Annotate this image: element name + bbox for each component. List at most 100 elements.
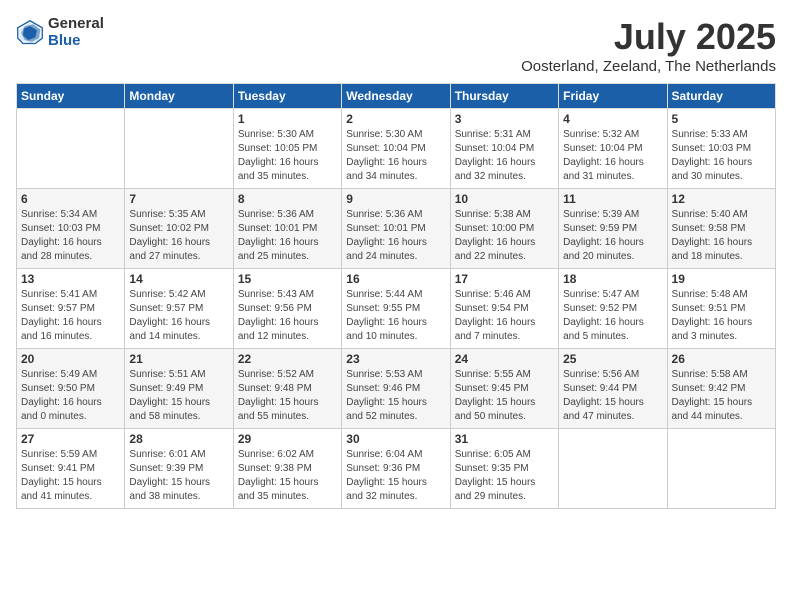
week-row-4: 20Sunrise: 5:49 AM Sunset: 9:50 PM Dayli… bbox=[17, 349, 776, 429]
day-info-12: Sunrise: 5:40 AM Sunset: 9:58 PM Dayligh… bbox=[672, 208, 771, 264]
day-info-22: Sunrise: 5:52 AM Sunset: 9:48 PM Dayligh… bbox=[238, 368, 337, 424]
col-wednesday: Wednesday bbox=[342, 84, 450, 109]
col-tuesday: Tuesday bbox=[233, 84, 341, 109]
calendar-cell-3-6: 18 Sunrise: 5:47 AM Sunset: 9:52 PM Dayli… bbox=[559, 269, 667, 349]
day-number-16: 16 bbox=[346, 272, 445, 286]
calendar-cell-3-3: 15 Sunrise: 5:43 AM Sunset: 9:56 PM Dayli… bbox=[233, 269, 341, 349]
calendar-cell-4-4: 23 Sunrise: 5:53 AM Sunset: 9:46 PM Dayli… bbox=[342, 349, 450, 429]
day-info-6: Sunrise: 5:34 AM Sunset: 10:03 PM Daylig… bbox=[21, 208, 120, 264]
day-number-17: 17 bbox=[455, 272, 554, 286]
calendar-cell-2-3: 8 Sunrise: 5:36 AM Sunset: 10:01 PM Dayli… bbox=[233, 189, 341, 269]
calendar-cell-4-5: 24Sunrise: 5:55 AM Sunset: 9:45 PM Dayli… bbox=[450, 349, 558, 429]
logo-general-text: General bbox=[48, 16, 104, 33]
logo-icon bbox=[16, 19, 44, 47]
day-number-5: 5 bbox=[672, 112, 771, 126]
day-info-15: Sunrise: 5:43 AM Sunset: 9:56 PM Dayligh… bbox=[238, 288, 337, 344]
day-info-14: Sunrise: 5:42 AM Sunset: 9:57 PM Dayligh… bbox=[129, 288, 228, 344]
day-number-3: 3 bbox=[455, 112, 554, 126]
day-info-25: Sunrise: 5:56 AM Sunset: 9:44 PM Dayligh… bbox=[563, 368, 662, 424]
calendar-cell-2-1: 6 Sunrise: 5:34 AM Sunset: 10:03 PM Dayli… bbox=[17, 189, 125, 269]
day-info-10: Sunrise: 5:38 AM Sunset: 10:00 PM Daylig… bbox=[455, 208, 554, 264]
day-info-29: Sunrise: 6:02 AM Sunset: 9:38 PM Dayligh… bbox=[238, 448, 337, 504]
calendar-cell-4-2: 21 Sunrise: 5:51 AM Sunset: 9:49 PM Dayli… bbox=[125, 349, 233, 429]
calendar-cell-4-7: 26Sunrise: 5:58 AM Sunset: 9:42 PM Dayli… bbox=[667, 349, 775, 429]
day-number-22: 22 bbox=[238, 352, 337, 366]
day-info-3: Sunrise: 5:31 AM Sunset: 10:04 PM Daylig… bbox=[455, 128, 554, 184]
calendar-cell-1-6: 4Sunrise: 5:32 AM Sunset: 10:04 PM Dayli… bbox=[559, 109, 667, 189]
day-number-25: 25 bbox=[563, 352, 662, 366]
day-number-30: 30 bbox=[346, 432, 445, 446]
day-number-8: 8 bbox=[238, 192, 337, 206]
day-info-2: Sunrise: 5:30 AM Sunset: 10:04 PM Daylig… bbox=[346, 128, 445, 184]
day-info-17: Sunrise: 5:46 AM Sunset: 9:54 PM Dayligh… bbox=[455, 288, 554, 344]
calendar-cell-1-2 bbox=[125, 109, 233, 189]
day-info-19: Sunrise: 5:48 AM Sunset: 9:51 PM Dayligh… bbox=[672, 288, 771, 344]
day-info-9: Sunrise: 5:36 AM Sunset: 10:01 PM Daylig… bbox=[346, 208, 445, 264]
calendar-cell-3-5: 17 Sunrise: 5:46 AM Sunset: 9:54 PM Dayli… bbox=[450, 269, 558, 349]
day-info-5: Sunrise: 5:33 AM Sunset: 10:03 PM Daylig… bbox=[672, 128, 771, 184]
col-thursday: Thursday bbox=[450, 84, 558, 109]
day-info-8: Sunrise: 5:36 AM Sunset: 10:01 PM Daylig… bbox=[238, 208, 337, 264]
day-number-21: 21 bbox=[129, 352, 228, 366]
day-number-31: 31 bbox=[455, 432, 554, 446]
day-info-4: Sunrise: 5:32 AM Sunset: 10:04 PM Daylig… bbox=[563, 128, 662, 184]
day-info-27: Sunrise: 5:59 AM Sunset: 9:41 PM Dayligh… bbox=[21, 448, 120, 504]
calendar-cell-2-6: 11 Sunrise: 5:39 AM Sunset: 9:59 PM Dayli… bbox=[559, 189, 667, 269]
logo: General Blue bbox=[16, 16, 104, 49]
logo-text: General Blue bbox=[48, 16, 104, 49]
calendar-cell-3-1: 13 Sunrise: 5:41 AM Sunset: 9:57 PM Dayli… bbox=[17, 269, 125, 349]
day-info-18: Sunrise: 5:47 AM Sunset: 9:52 PM Dayligh… bbox=[563, 288, 662, 344]
day-info-30: Sunrise: 6:04 AM Sunset: 9:36 PM Dayligh… bbox=[346, 448, 445, 504]
calendar-table: Sunday Monday Tuesday Wednesday Thursday… bbox=[16, 83, 776, 509]
week-row-1: 1Sunrise: 5:30 AM Sunset: 10:05 PM Dayli… bbox=[17, 109, 776, 189]
calendar-cell-1-5: 3 Sunrise: 5:31 AM Sunset: 10:04 PM Dayli… bbox=[450, 109, 558, 189]
calendar-cell-5-1: 27 Sunrise: 5:59 AM Sunset: 9:41 PM Dayli… bbox=[17, 429, 125, 509]
day-info-23: Sunrise: 5:53 AM Sunset: 9:46 PM Dayligh… bbox=[346, 368, 445, 424]
logo-blue-text: Blue bbox=[48, 33, 104, 50]
day-number-27: 27 bbox=[21, 432, 120, 446]
page-header: General Blue July 2025 Oosterland, Zeela… bbox=[16, 16, 776, 75]
calendar-cell-3-4: 16Sunrise: 5:44 AM Sunset: 9:55 PM Dayli… bbox=[342, 269, 450, 349]
week-row-2: 6 Sunrise: 5:34 AM Sunset: 10:03 PM Dayli… bbox=[17, 189, 776, 269]
col-friday: Friday bbox=[559, 84, 667, 109]
day-number-15: 15 bbox=[238, 272, 337, 286]
day-number-12: 12 bbox=[672, 192, 771, 206]
calendar-cell-4-3: 22 Sunrise: 5:52 AM Sunset: 9:48 PM Dayli… bbox=[233, 349, 341, 429]
calendar-cell-5-6 bbox=[559, 429, 667, 509]
week-row-3: 13 Sunrise: 5:41 AM Sunset: 9:57 PM Dayli… bbox=[17, 269, 776, 349]
day-number-18: 18 bbox=[563, 272, 662, 286]
day-number-23: 23 bbox=[346, 352, 445, 366]
day-number-14: 14 bbox=[129, 272, 228, 286]
day-number-2: 2 bbox=[346, 112, 445, 126]
day-number-24: 24 bbox=[455, 352, 554, 366]
title-block: July 2025 Oosterland, Zeeland, The Nethe… bbox=[521, 16, 776, 75]
day-number-11: 11 bbox=[563, 192, 662, 206]
calendar-cell-5-7 bbox=[667, 429, 775, 509]
day-number-6: 6 bbox=[21, 192, 120, 206]
calendar-cell-1-3: 1Sunrise: 5:30 AM Sunset: 10:05 PM Dayli… bbox=[233, 109, 341, 189]
day-info-21: Sunrise: 5:51 AM Sunset: 9:49 PM Dayligh… bbox=[129, 368, 228, 424]
calendar-cell-4-1: 20Sunrise: 5:49 AM Sunset: 9:50 PM Dayli… bbox=[17, 349, 125, 429]
calendar-cell-5-4: 30 Sunrise: 6:04 AM Sunset: 9:36 PM Dayli… bbox=[342, 429, 450, 509]
col-monday: Monday bbox=[125, 84, 233, 109]
day-info-31: Sunrise: 6:05 AM Sunset: 9:35 PM Dayligh… bbox=[455, 448, 554, 504]
day-number-7: 7 bbox=[129, 192, 228, 206]
col-saturday: Saturday bbox=[667, 84, 775, 109]
day-number-26: 26 bbox=[672, 352, 771, 366]
calendar-cell-1-1 bbox=[17, 109, 125, 189]
calendar-cell-3-2: 14 Sunrise: 5:42 AM Sunset: 9:57 PM Dayli… bbox=[125, 269, 233, 349]
day-info-13: Sunrise: 5:41 AM Sunset: 9:57 PM Dayligh… bbox=[21, 288, 120, 344]
day-info-28: Sunrise: 6:01 AM Sunset: 9:39 PM Dayligh… bbox=[129, 448, 228, 504]
day-number-19: 19 bbox=[672, 272, 771, 286]
calendar-cell-3-7: 19 Sunrise: 5:48 AM Sunset: 9:51 PM Dayli… bbox=[667, 269, 775, 349]
day-number-9: 9 bbox=[346, 192, 445, 206]
calendar-cell-2-5: 10 Sunrise: 5:38 AM Sunset: 10:00 PM Dayl… bbox=[450, 189, 558, 269]
day-number-13: 13 bbox=[21, 272, 120, 286]
day-number-10: 10 bbox=[455, 192, 554, 206]
col-sunday: Sunday bbox=[17, 84, 125, 109]
day-number-1: 1 bbox=[238, 112, 337, 126]
week-row-5: 27 Sunrise: 5:59 AM Sunset: 9:41 PM Dayli… bbox=[17, 429, 776, 509]
day-info-11: Sunrise: 5:39 AM Sunset: 9:59 PM Dayligh… bbox=[563, 208, 662, 264]
calendar-cell-2-4: 9 Sunrise: 5:36 AM Sunset: 10:01 PM Dayli… bbox=[342, 189, 450, 269]
day-info-7: Sunrise: 5:35 AM Sunset: 10:02 PM Daylig… bbox=[129, 208, 228, 264]
